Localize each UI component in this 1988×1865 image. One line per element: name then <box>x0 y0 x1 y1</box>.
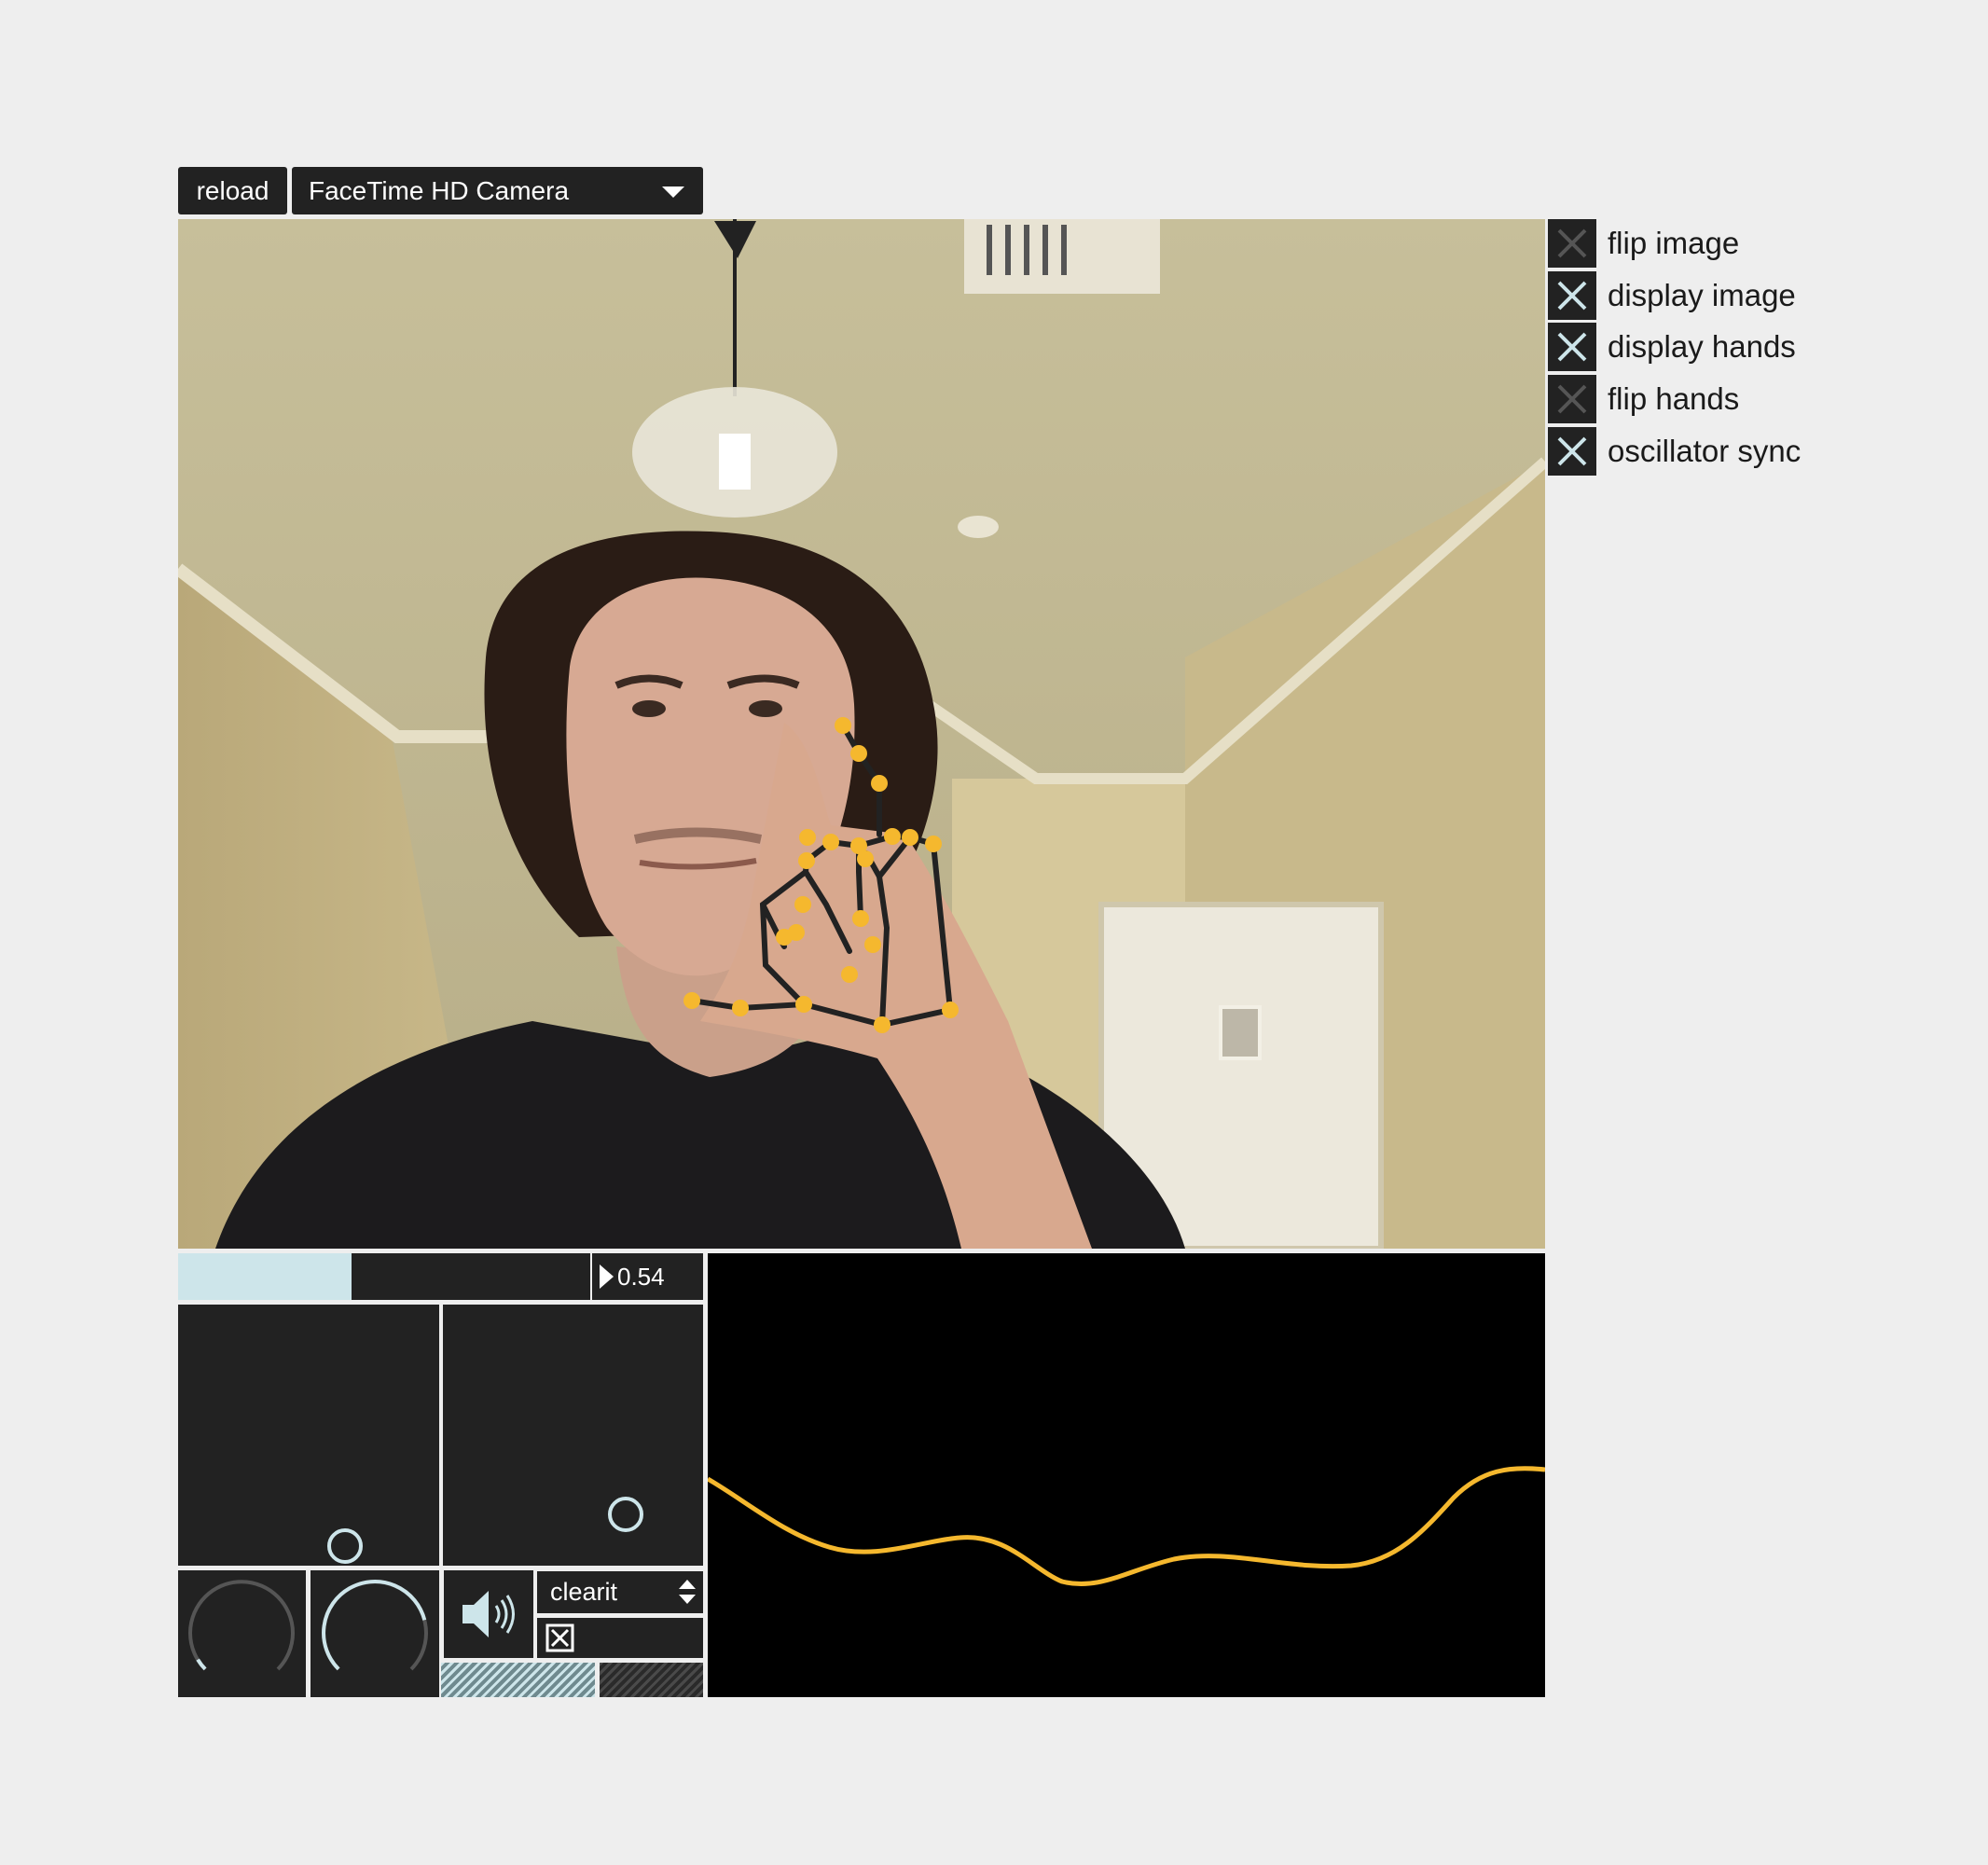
option-checkbox[interactable] <box>1548 375 1596 423</box>
oscilloscope <box>706 1253 1546 1697</box>
clear-menu-label: clearit <box>550 1578 618 1606</box>
chevron-down-icon <box>662 186 684 198</box>
dial-2-graphic <box>322 1580 428 1671</box>
option-checkbox[interactable] <box>1548 271 1596 320</box>
option-checkbox[interactable] <box>1548 323 1596 371</box>
chevron-down-icon <box>679 1595 696 1604</box>
speaker-icon <box>462 1591 515 1637</box>
clear-menu[interactable]: clearit <box>537 1571 703 1613</box>
reload-button[interactable]: reload <box>178 167 287 214</box>
option-checkbox[interactable] <box>1548 427 1596 476</box>
option-label: oscillator sync <box>1608 434 1802 468</box>
option-label: flip hands <box>1608 381 1740 416</box>
close-icon <box>1557 436 1587 466</box>
toggle-row <box>537 1618 703 1658</box>
option-checkbox[interactable] <box>1548 219 1596 268</box>
option-label: display hands <box>1608 329 1796 364</box>
toggle-checkbox[interactable] <box>543 1618 580 1658</box>
play-triangle-icon <box>600 1264 614 1290</box>
xy-pad-right[interactable] <box>443 1305 703 1566</box>
webcam-video <box>178 219 1545 1249</box>
number-box[interactable]: 0.54 <box>592 1253 703 1300</box>
dial-1[interactable] <box>178 1570 306 1697</box>
option-label: flip image <box>1608 226 1740 260</box>
waveform <box>706 1466 1546 1587</box>
meter-right <box>600 1663 703 1697</box>
camera-select-label: FaceTime HD Camera <box>309 176 570 205</box>
chevron-up-icon <box>679 1580 696 1589</box>
close-icon <box>1557 228 1587 258</box>
xy-pad-right-marker <box>608 1497 643 1532</box>
number-value: 0.54 <box>617 1263 665 1291</box>
close-icon <box>1557 384 1587 414</box>
hand-landmarks <box>683 717 959 1033</box>
slider-fill[interactable] <box>178 1253 352 1300</box>
speaker-button[interactable] <box>444 1570 533 1658</box>
xy-pad-left[interactable] <box>178 1305 439 1566</box>
dial-2[interactable] <box>311 1570 439 1697</box>
xy-pad-left-marker <box>327 1528 363 1564</box>
camera-select[interactable]: FaceTime HD Camera <box>292 167 703 214</box>
close-icon <box>1557 281 1587 311</box>
dial-1-graphic <box>188 1580 295 1671</box>
meter-left <box>441 1663 595 1697</box>
option-label: display image <box>1608 278 1796 312</box>
close-icon <box>1557 332 1587 362</box>
